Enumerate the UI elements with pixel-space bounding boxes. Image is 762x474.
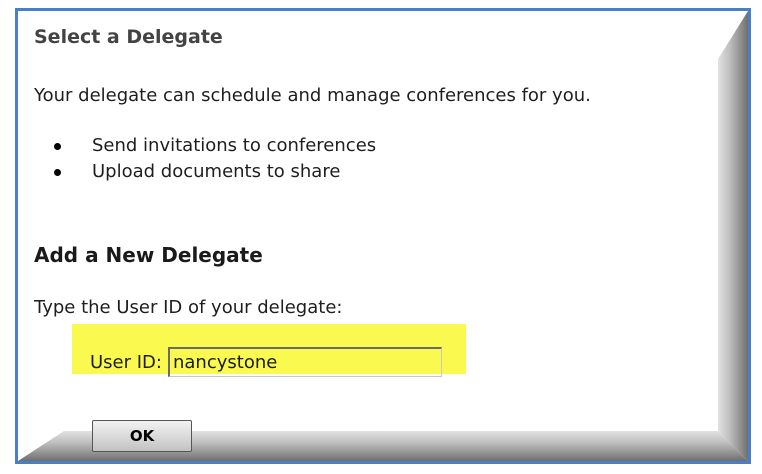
list-item-label: Upload documents to share [92, 161, 341, 182]
user-id-row: User ID: [90, 347, 442, 377]
select-delegate-dialog: Select a Delegate Your delegate can sche… [15, 8, 751, 464]
ok-button[interactable]: OK [92, 420, 192, 452]
user-id-input[interactable] [167, 347, 442, 377]
dialog-bevel-right [718, 11, 748, 461]
bullet-icon [54, 143, 61, 150]
list-item-label: Send invitations to conferences [92, 135, 377, 156]
section-heading: Add a New Delegate [34, 243, 263, 267]
dialog-title: Select a Delegate [34, 26, 223, 48]
bullet-icon [54, 169, 61, 176]
list-item: Upload documents to share [34, 159, 376, 185]
user-id-label: User ID: [90, 351, 162, 373]
permissions-list: Send invitations to conferences Upload d… [34, 133, 376, 185]
instruction-text: Type the User ID of your delegate: [34, 297, 343, 318]
intro-text: Your delegate can schedule and manage co… [34, 85, 591, 106]
list-item: Send invitations to conferences [34, 133, 376, 159]
